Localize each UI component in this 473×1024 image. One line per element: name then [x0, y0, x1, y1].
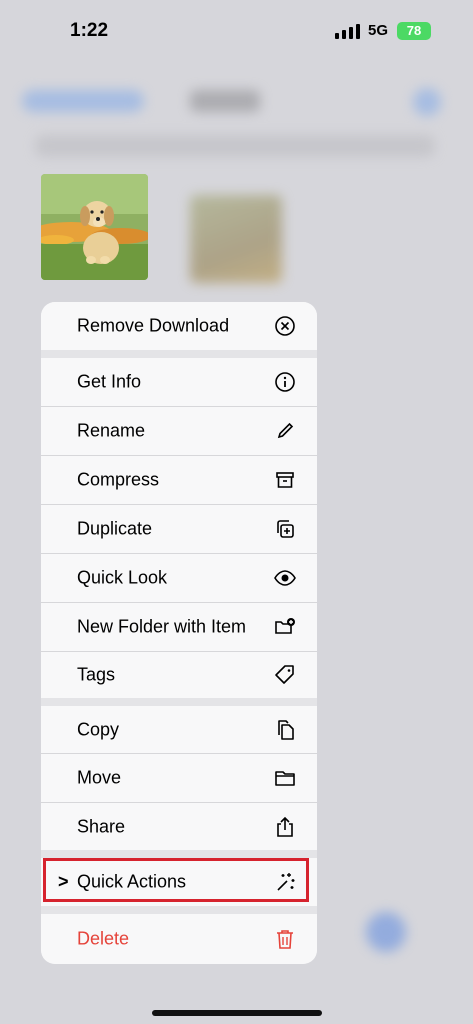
duplicate-icon	[273, 517, 297, 541]
menu-item-remove-download[interactable]: Remove Download	[41, 302, 317, 350]
menu-item-label: New Folder with Item	[77, 616, 247, 637]
menu-item-label: Copy	[77, 719, 120, 739]
background-title	[190, 90, 260, 112]
menu-item-compress[interactable]: Compress	[41, 456, 317, 504]
menu-item-move[interactable]: Move	[41, 754, 317, 802]
share-icon	[273, 815, 297, 839]
menu-group-separator	[41, 350, 317, 358]
circle-x-icon	[273, 314, 297, 338]
trash-icon	[273, 927, 297, 951]
folder-plus-icon	[273, 615, 297, 639]
menu-item-delete[interactable]: Delete	[41, 914, 317, 964]
menu-item-tags[interactable]: Tags	[41, 652, 317, 698]
menu-item-new-folder-with-item[interactable]: New Folder with Item	[41, 603, 317, 651]
home-indicator	[152, 1010, 322, 1016]
menu-item-label: Compress	[77, 469, 160, 490]
folder-icon	[273, 766, 297, 790]
menu-item-label: Tags	[77, 664, 116, 685]
menu-group-separator	[41, 698, 317, 706]
menu-item-label: Share	[77, 816, 126, 836]
menu-item-copy[interactable]: Copy	[41, 706, 317, 753]
menu-item-quick-look[interactable]: Quick Look	[41, 554, 317, 602]
background-floating-button	[366, 912, 406, 952]
selected-photo-thumbnail	[41, 174, 148, 280]
menu-item-label: Move	[77, 767, 122, 788]
background-more-button	[413, 88, 441, 116]
menu-item-get-info[interactable]: Get Info	[41, 358, 317, 406]
info-icon	[273, 370, 297, 394]
menu-item-duplicate[interactable]: Duplicate	[41, 505, 317, 553]
menu-item-label: Get Info	[77, 371, 142, 392]
pencil-icon	[273, 419, 297, 443]
menu-item-share[interactable]: Share	[41, 803, 317, 850]
menu-item-label: Remove Download	[77, 315, 230, 336]
archive-box-icon	[273, 468, 297, 492]
quick-actions-highlight-box	[43, 858, 309, 902]
eye-icon	[273, 566, 297, 590]
menu-item-rename[interactable]: Rename	[41, 407, 317, 455]
menu-group-separator	[41, 906, 317, 914]
background-search-bar	[35, 135, 435, 157]
background-back-button	[22, 90, 144, 112]
menu-group-separator	[41, 850, 317, 858]
copy-icon	[273, 718, 297, 742]
menu-item-label: Quick Look	[77, 567, 168, 588]
menu-item-label: Delete	[77, 928, 130, 949]
menu-item-label: Rename	[77, 420, 146, 441]
background-file-thumbnail	[190, 195, 282, 283]
tag-icon	[273, 663, 297, 687]
menu-item-label: Duplicate	[77, 518, 153, 539]
